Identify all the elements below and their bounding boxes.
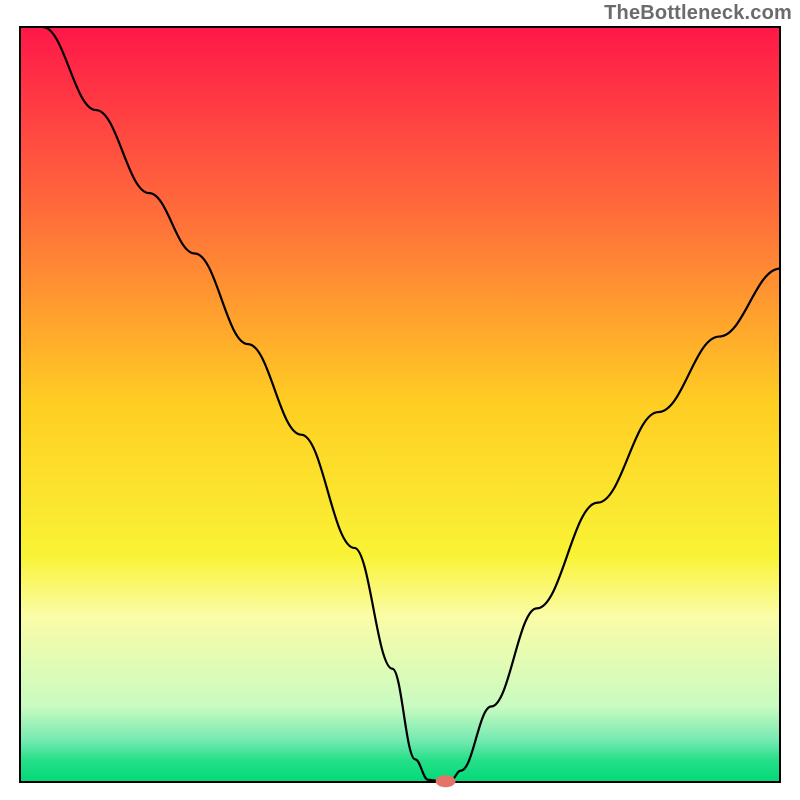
chart-container: TheBottleneck.com	[0, 0, 800, 800]
bottleneck-chart	[0, 0, 800, 800]
watermark-text: TheBottleneck.com	[604, 2, 792, 25]
optimal-point-marker	[436, 775, 456, 787]
gradient-background	[20, 27, 780, 782]
